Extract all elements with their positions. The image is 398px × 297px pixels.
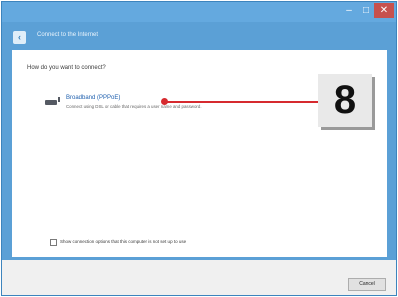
callout-line [164, 101, 329, 103]
option-description: Connect using DSL or cable that requires… [66, 104, 202, 109]
maximize-button[interactable]: □ [358, 3, 374, 18]
back-arrow-icon[interactable]: ‹ [13, 31, 26, 44]
modem-icon [45, 97, 60, 105]
minimize-button[interactable]: – [340, 3, 358, 18]
step-number-badge: 8 [318, 74, 372, 127]
cancel-button[interactable]: Cancel [348, 278, 386, 291]
wizard-content: How do you want to connect? Broadband (P… [12, 50, 387, 257]
wizard-title: Connect to the Internet [37, 32, 99, 38]
wizard-footer: Cancel [2, 260, 396, 295]
title-bar: – □ ✕ [2, 2, 396, 22]
connection-question: How do you want to connect? [27, 65, 106, 71]
connect-wizard-window: – □ ✕ ‹ Connect to the Internet How do y… [1, 1, 397, 296]
close-button[interactable]: ✕ [374, 3, 394, 18]
show-all-options-checkbox[interactable] [50, 239, 57, 246]
wizard-header: ‹ Connect to the Internet [10, 24, 390, 50]
option-broadband-pppoe[interactable]: Broadband (PPPoE) Connect using DSL or c… [39, 91, 309, 115]
show-all-options-label: Show connection options that this comput… [60, 239, 187, 244]
option-title: Broadband (PPPoE) [66, 95, 121, 101]
